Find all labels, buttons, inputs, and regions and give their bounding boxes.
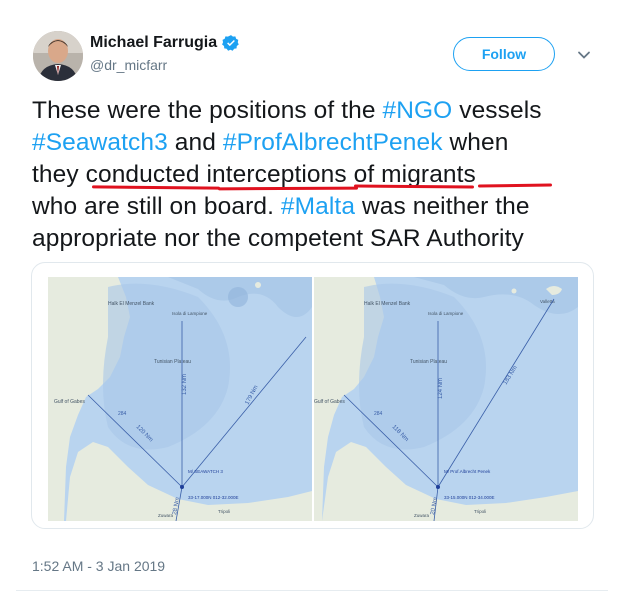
map-label: Halk El Menzel Bank: [108, 301, 155, 307]
text-span: was neither the: [355, 193, 530, 220]
map-label: Isola di Lampione: [428, 311, 464, 316]
map-label: Tripoli: [474, 509, 486, 514]
media-container[interactable]: Halk El Menzel Bank Isola di Lampione Tu…: [31, 262, 594, 529]
map-image-seawatch3[interactable]: Halk El Menzel Bank Isola di Lampione Tu…: [48, 277, 312, 521]
text-span: they: [32, 161, 86, 188]
verified-badge-icon: [222, 34, 240, 52]
map-label: Tunisian Plateau: [410, 359, 447, 365]
tweet-line: appropriate nor the competent SAR Author…: [32, 223, 602, 255]
vessel-label: M/ Prof.Albrecht Penek: [444, 469, 491, 474]
map-label: Gulf of Gabes: [54, 399, 85, 405]
tweet-card: Michael Farrugia @dr_micfarr Follow Thes…: [0, 0, 624, 592]
distance-label: 124 Nm: [438, 378, 444, 399]
distance-label: 284: [118, 411, 127, 417]
map-label: Tripoli: [218, 509, 230, 514]
divider: [16, 590, 608, 591]
hashtag-link[interactable]: #Seawatch3: [32, 129, 168, 156]
map-label: Zuwara: [414, 513, 430, 518]
hashtag-link[interactable]: #Malta: [281, 193, 355, 220]
map-label: Isola di Lampione: [172, 311, 208, 316]
tweet-line: These were the positions of the #NGO ves…: [32, 95, 602, 127]
map-label: Tunisian Plateau: [154, 359, 191, 365]
distance-label: 132 Nm: [182, 374, 188, 395]
vessel-label: M/ SEAWATCH 3: [188, 469, 223, 474]
text-span: and: [167, 129, 223, 156]
avatar[interactable]: [33, 31, 83, 81]
tweet-timestamp[interactable]: 1:52 AM - 3 Jan 2019: [32, 558, 165, 574]
text-span: conducted interceptions of migrants: [85, 161, 476, 188]
text-span: vessels: [452, 97, 542, 124]
coords-label: 33-17.000N 012-32.000E: [188, 495, 239, 500]
author-name-row: Michael Farrugia: [90, 34, 240, 52]
chevron-down-icon[interactable]: [577, 48, 591, 62]
coords-label: 33-15.000N 012-34.000E: [444, 495, 495, 500]
map-label: Halk El Menzel Bank: [364, 301, 411, 307]
map-image-prof-albrecht-penek[interactable]: Halk El Menzel Bank Isola di Lampione Va…: [314, 277, 578, 521]
author-name[interactable]: Michael Farrugia: [90, 34, 217, 52]
tweet-line: #Seawatch3 and #ProfAlbrechtPenek when: [32, 127, 602, 159]
text-span: when: [442, 129, 509, 156]
text-span: appropriate nor the competent SAR Author…: [32, 225, 524, 252]
distance-label: 284: [374, 411, 383, 417]
hashtag-link[interactable]: #NGO: [382, 97, 452, 124]
highlighted-phrase: conducted interceptions of migrants: [86, 161, 476, 188]
text-span: These were the positions of the: [32, 97, 383, 124]
hashtag-link[interactable]: #ProfAlbrechtPenek: [223, 129, 443, 156]
author-handle[interactable]: @dr_micfarr: [90, 57, 167, 73]
tweet-text: These were the positions of the #NGO ves…: [32, 95, 602, 255]
follow-button[interactable]: Follow: [453, 37, 555, 71]
map-label: Gulf of Gabes: [314, 399, 345, 405]
text-span: who are still on board.: [32, 193, 281, 220]
tweet-line: who are still on board. #Malta was neith…: [32, 191, 602, 223]
